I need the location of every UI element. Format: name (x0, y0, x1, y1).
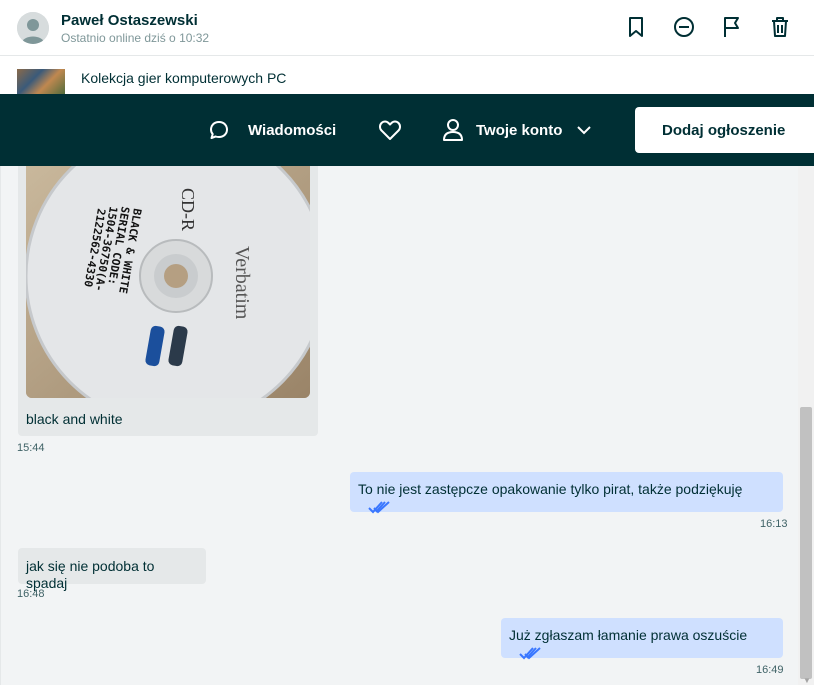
nav-favorites[interactable] (378, 94, 402, 166)
scrollbar[interactable]: ▼ (798, 166, 814, 685)
message-text: Już zgłaszam łamanie prawa oszuście (509, 627, 748, 643)
message-incoming-image[interactable]: CD-R Verbatim BLACK & WHITE SERIAL CODE:… (18, 166, 318, 436)
nav-account[interactable]: Twoje konto (442, 94, 592, 166)
user-avatar-icon (17, 12, 49, 44)
ad-bar[interactable]: Kolekcja gier komputerowych PC (0, 56, 814, 96)
chevron-down-icon (577, 126, 592, 135)
cd-disc-image: CD-R Verbatim BLACK & WHITE SERIAL CODE:… (26, 166, 310, 398)
block-icon (674, 17, 694, 37)
messages-area: CD-R Verbatim BLACK & WHITE SERIAL CODE:… (0, 166, 798, 685)
nav-account-label: Twoje konto (476, 121, 563, 139)
header-actions (624, 14, 792, 40)
avatar[interactable] (17, 12, 49, 44)
message-text: jak się nie podoba to spadaj (26, 558, 155, 591)
user-status: Ostatnio online dziś o 10:32 (61, 31, 210, 45)
nav-messages-label: Wiadomości (248, 121, 337, 139)
user-info: Paweł Ostaszewski Ostatnio online dziś o… (61, 12, 209, 46)
cd-brand-text: Verbatim (231, 246, 253, 320)
bookmark-button[interactable] (624, 14, 648, 40)
message-time: 16:49 (756, 664, 784, 676)
block-button[interactable] (672, 14, 696, 40)
cd-photo[interactable]: CD-R Verbatim BLACK & WHITE SERIAL CODE:… (26, 166, 310, 398)
message-time: 16:13 (760, 518, 788, 530)
message-time: 16:48 (17, 588, 45, 600)
chat-bubble-icon (210, 121, 228, 139)
flag-icon (724, 17, 739, 37)
message-incoming[interactable]: jak się nie podoba to spadaj (18, 548, 206, 591)
message-text: To nie jest zastępcze opakowanie tylko p… (358, 481, 743, 497)
read-receipt-icon (368, 501, 390, 514)
scroll-down-icon[interactable]: ▼ (803, 676, 811, 685)
message-outgoing[interactable]: Już zgłaszam łamanie prawa oszuście (501, 618, 783, 660)
user-icon (443, 119, 463, 141)
image-caption: black and white (26, 411, 123, 427)
read-receipt-icon (519, 647, 541, 660)
ad-thumbnail[interactable] (17, 69, 65, 96)
scrollbar-thumb[interactable] (800, 407, 812, 679)
cd-label-text: CD-R (178, 188, 198, 231)
ad-title[interactable]: Kolekcja gier komputerowych PC (81, 70, 286, 86)
heart-icon (379, 120, 401, 140)
nav-messages[interactable]: Wiadomości (208, 94, 336, 166)
message-outgoing[interactable]: To nie jest zastępcze opakowanie tylko p… (350, 472, 783, 514)
bookmark-icon (629, 17, 643, 37)
post-ad-button[interactable]: Dodaj ogłoszenie (635, 107, 814, 153)
user-name[interactable]: Paweł Ostaszewski (61, 12, 209, 30)
chat-header: Paweł Ostaszewski Ostatnio online dziś o… (0, 0, 814, 56)
trash-icon (772, 17, 788, 37)
delete-button[interactable] (768, 14, 792, 40)
message-time: 15:44 (17, 442, 45, 454)
report-button[interactable] (720, 14, 744, 40)
top-navigation: Wiadomości Twoje konto Dodaj ogłoszenie (0, 94, 814, 166)
